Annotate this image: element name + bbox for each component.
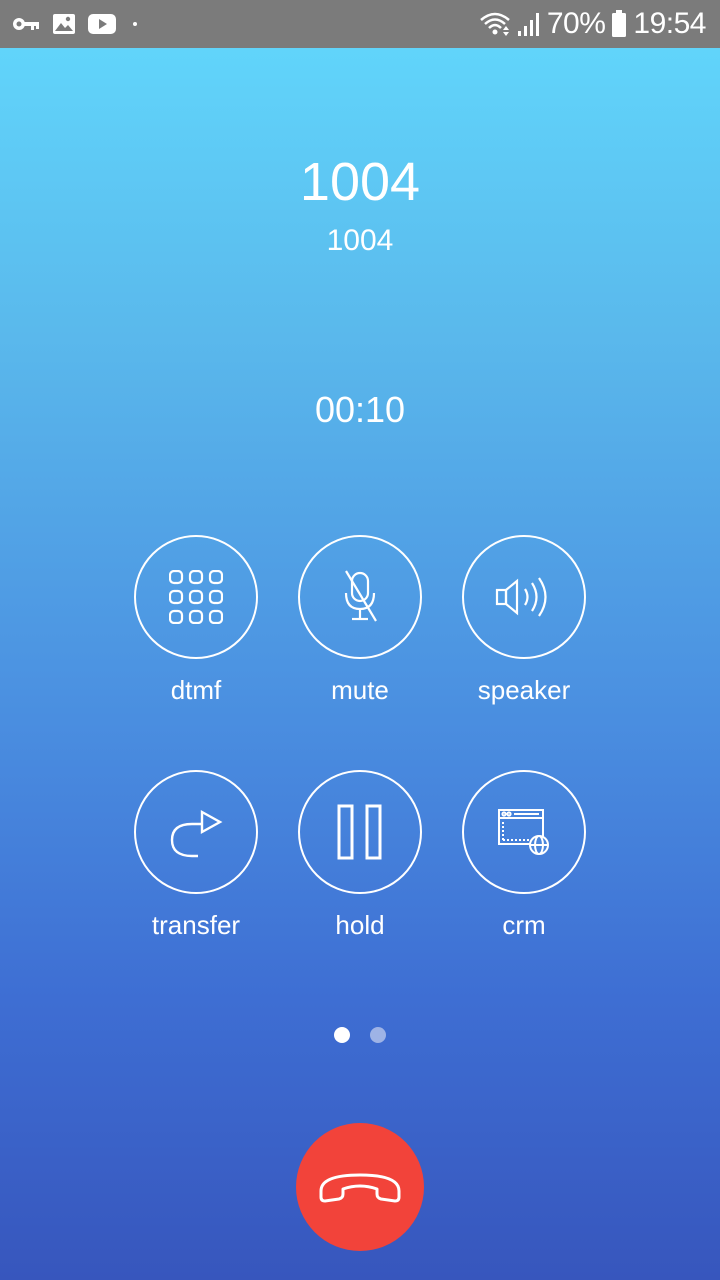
image-icon	[52, 13, 76, 35]
mute-label: mute	[331, 675, 389, 705]
hold-label: hold	[335, 910, 385, 940]
crm-label: crm	[502, 910, 546, 940]
end-call-button[interactable]	[296, 1123, 424, 1251]
vpn-key-icon	[12, 16, 40, 32]
page-dot-active[interactable]	[334, 1027, 350, 1043]
dtmf-button[interactable]: dtmf	[106, 535, 286, 705]
battery-percent: 70%	[546, 7, 606, 40]
transfer-arrow-icon	[168, 806, 224, 858]
hold-button[interactable]: hold	[270, 770, 450, 940]
transfer-label: transfer	[151, 910, 241, 940]
phone-hangup-icon	[317, 1169, 403, 1205]
wifi-icon	[479, 10, 511, 38]
mute-circle[interactable]	[298, 535, 422, 659]
transfer-button[interactable]: transfer	[106, 770, 286, 940]
speaker-icon	[495, 575, 553, 619]
microphone-off-icon	[340, 569, 380, 625]
caller-number: 1004	[326, 224, 394, 257]
speaker-circle[interactable]	[462, 535, 586, 659]
hold-circle[interactable]	[298, 770, 422, 894]
speaker-label: speaker	[477, 675, 571, 705]
dtmf-circle[interactable]	[134, 535, 258, 659]
dtmf-label: dtmf	[170, 675, 222, 705]
mute-button[interactable]: mute	[270, 535, 450, 705]
pause-icon	[335, 804, 385, 860]
status-bar: 70% 19:54	[0, 0, 720, 48]
notification-icons	[12, 10, 142, 38]
dialpad-icon	[169, 570, 223, 624]
signal-icon	[517, 11, 541, 37]
clock: 19:54	[633, 7, 706, 40]
battery-icon	[611, 10, 627, 38]
call-timer: 00:10	[314, 389, 406, 430]
youtube-icon	[88, 14, 116, 34]
dot-icon	[128, 20, 142, 28]
page-dot-inactive[interactable]	[370, 1027, 386, 1043]
caller-name: 1004	[299, 152, 421, 212]
speaker-button[interactable]: speaker	[434, 535, 614, 705]
crm-circle[interactable]	[462, 770, 586, 894]
transfer-circle[interactable]	[134, 770, 258, 894]
page-indicator[interactable]	[0, 1027, 720, 1043]
crm-button[interactable]: crm	[434, 770, 614, 940]
browser-globe-icon	[497, 808, 551, 856]
